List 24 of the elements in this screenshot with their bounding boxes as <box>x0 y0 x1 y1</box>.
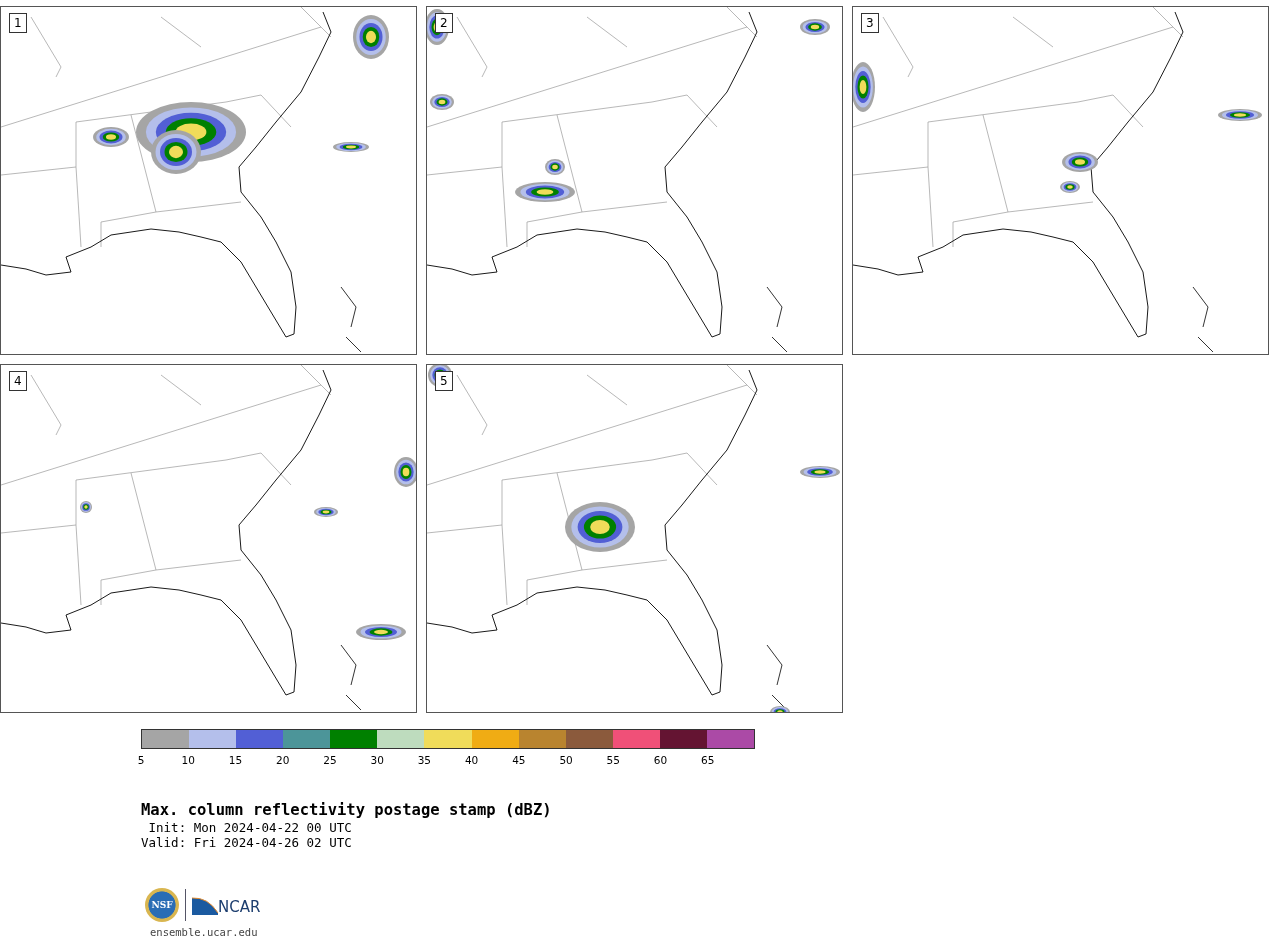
init-time: Init: Mon 2024-04-22 00 UTC <box>147 820 353 835</box>
tick-label: 25 <box>323 754 337 766</box>
tick-label: 55 <box>606 754 620 766</box>
panel-number: 2 <box>435 13 453 33</box>
tick-label: 40 <box>464 754 479 766</box>
panel-number: 3 <box>861 13 879 33</box>
site-url[interactable]: ensemble.ucar.edu <box>150 926 1280 936</box>
tick-label: 5 <box>137 754 145 766</box>
panel-number: 5 <box>435 371 453 391</box>
tick-label: 45 <box>512 754 526 766</box>
ncar-logo: NCAR <box>192 895 261 915</box>
tick-label: 10 <box>181 754 195 766</box>
valid-time: Valid: Fri 2024-04-26 02 UTC <box>141 835 353 850</box>
chart-title: Max. column reflectivity postage stamp (dBZ) <box>141 800 553 820</box>
tick-label: 60 <box>653 754 668 766</box>
panel-number: 4 <box>9 371 27 391</box>
nsf-logo: NSF <box>145 888 179 922</box>
tick-label: 15 <box>228 754 243 766</box>
tick-label: 30 <box>370 754 384 766</box>
panel-number: 1 <box>9 13 27 33</box>
tick-label: 20 <box>276 754 290 766</box>
tick-label: 65 <box>701 754 715 766</box>
tick-label: 50 <box>559 754 573 766</box>
tick-label: 35 <box>417 754 432 766</box>
